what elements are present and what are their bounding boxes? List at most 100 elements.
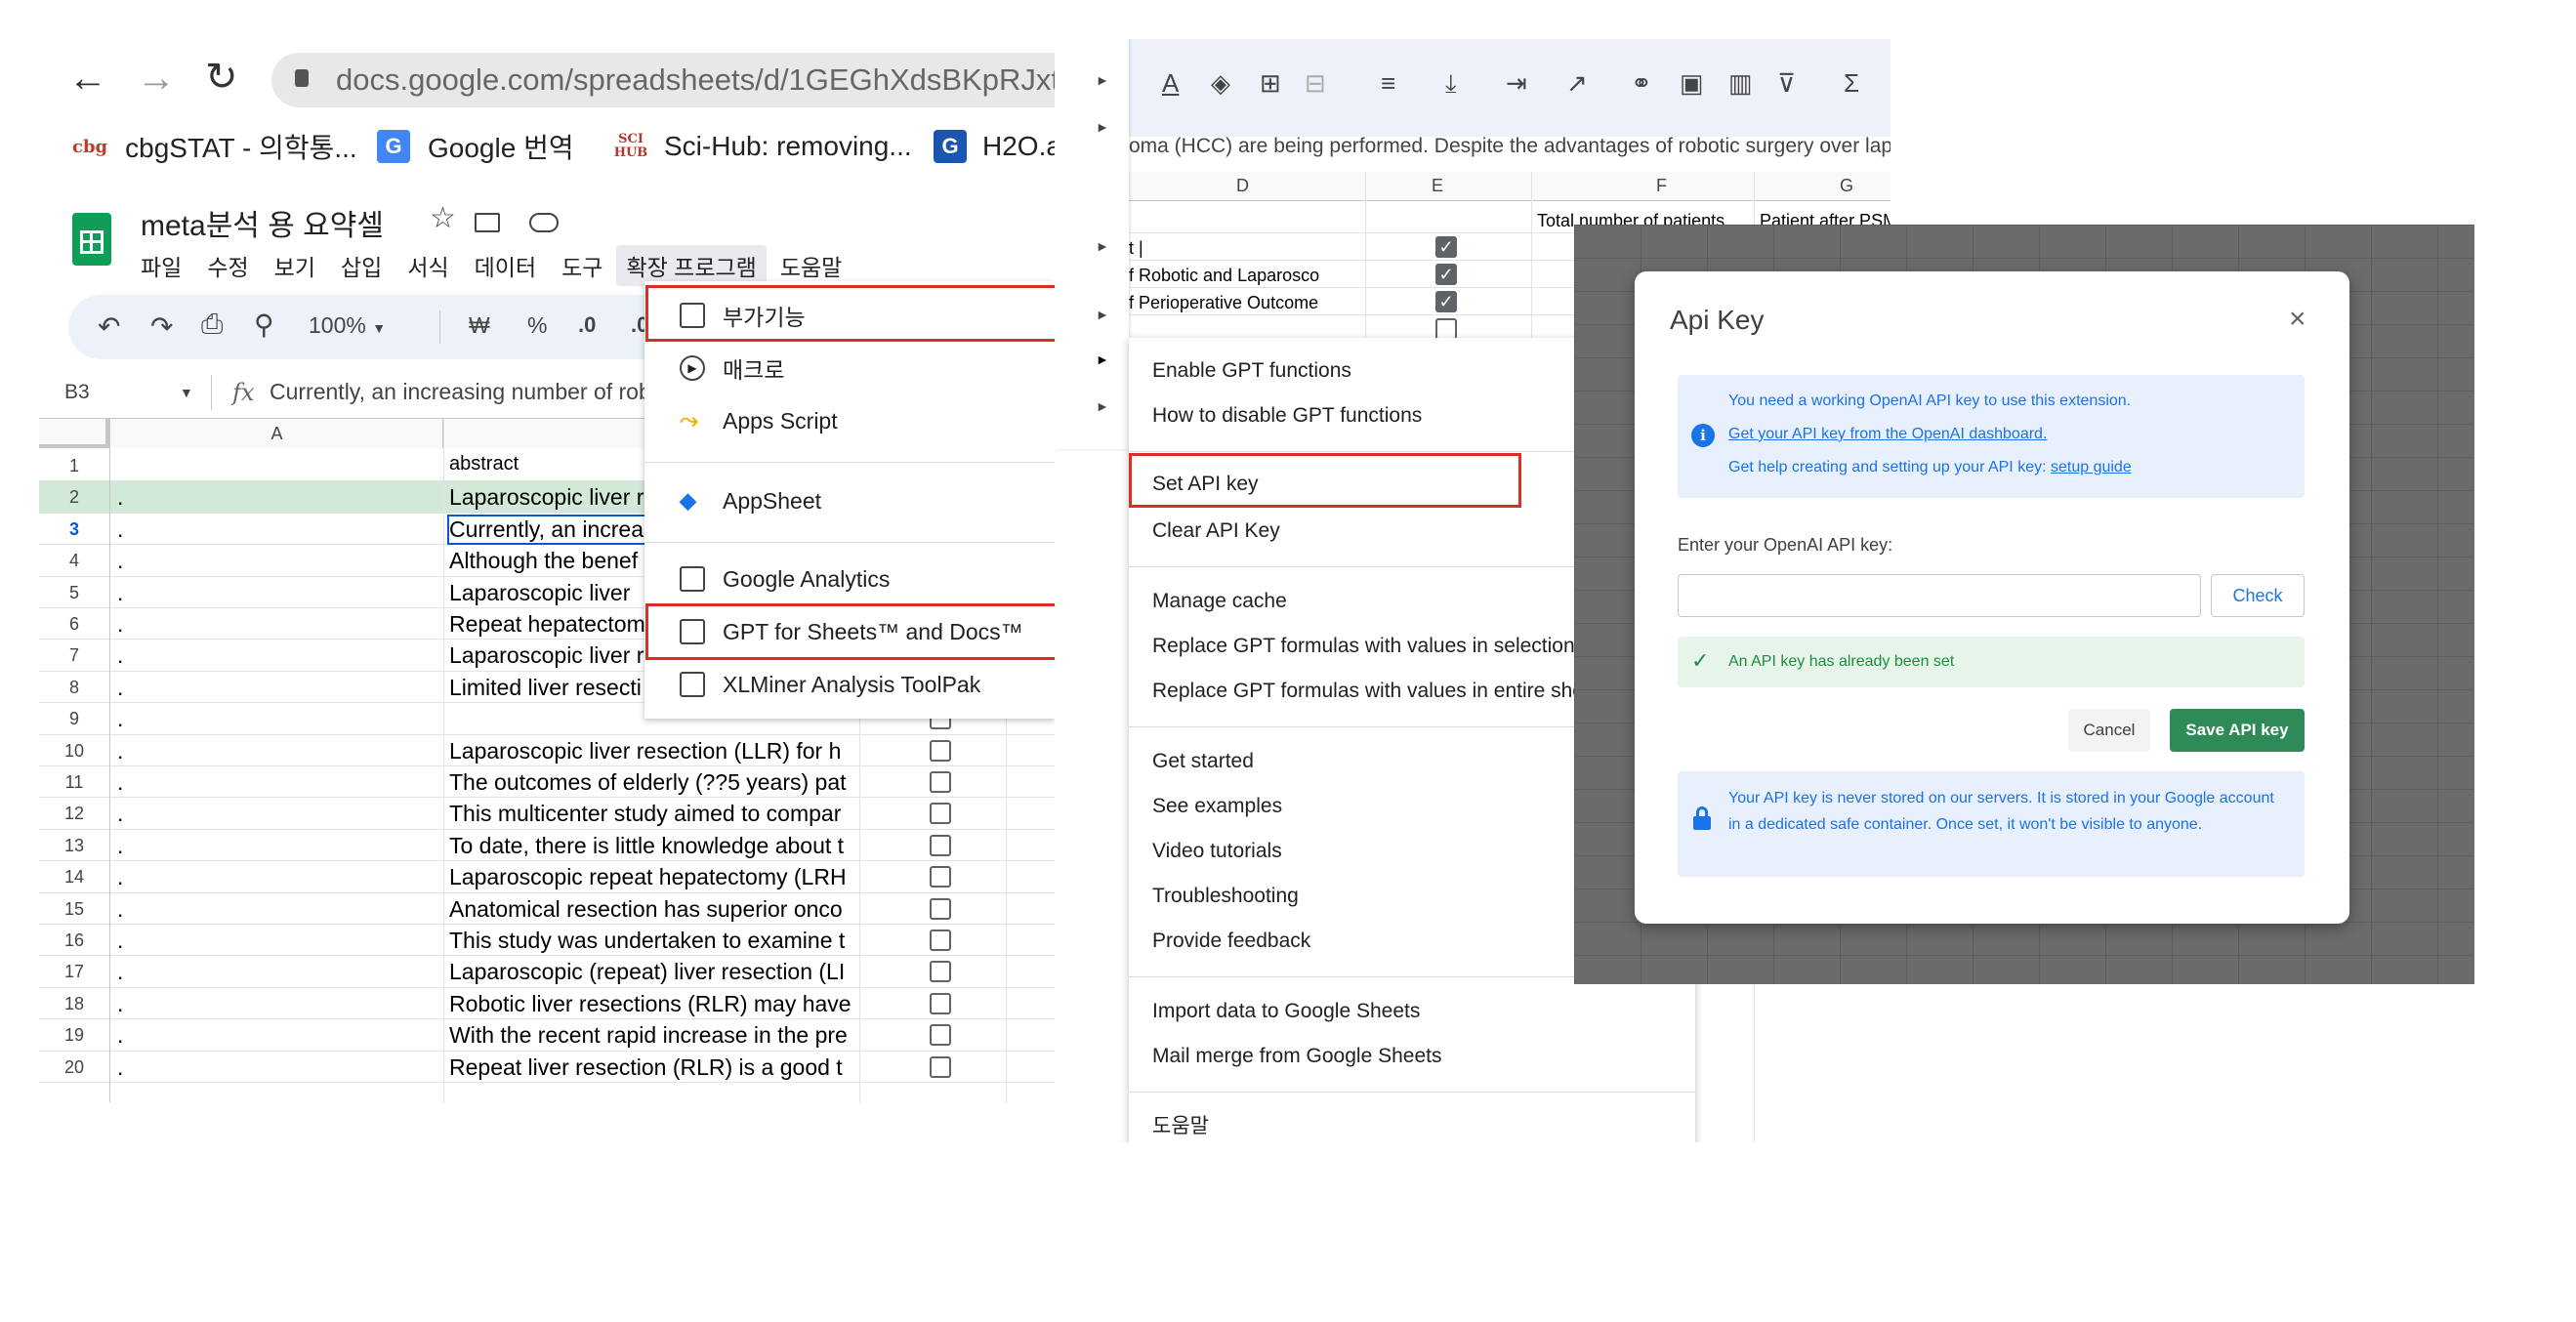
- row-number[interactable]: 16: [39, 930, 109, 951]
- bookmark-h2o[interactable]: G H2O.a: [934, 127, 1055, 166]
- cell-b[interactable]: Laparoscopic (repeat) liver resection (L…: [449, 959, 857, 985]
- menu-item-google-analytics[interactable]: Google Analytics: [644, 555, 1055, 603]
- star-icon[interactable]: ☆: [430, 201, 456, 235]
- menu-format[interactable]: 서식: [407, 249, 448, 282]
- forward-icon[interactable]: →: [137, 57, 176, 101]
- menu-item-mail-merge[interactable]: Mail merge from Google Sheets: [1129, 1037, 1695, 1076]
- menu-insert[interactable]: 삽입: [341, 249, 382, 282]
- cell-a[interactable]: .: [117, 1054, 439, 1081]
- checkbox-unchecked[interactable]: [1435, 318, 1457, 340]
- column-header-g[interactable]: G: [1840, 176, 1853, 196]
- checkbox-unchecked[interactable]: [930, 1055, 951, 1078]
- paint-format-icon[interactable]: ⚲: [254, 309, 274, 341]
- cell-b[interactable]: To date, there is little knowledge about…: [449, 833, 857, 859]
- row-number[interactable]: 20: [39, 1057, 109, 1078]
- checkbox-unchecked[interactable]: [930, 897, 951, 920]
- cell-b[interactable]: Laparoscopic liver resection (LLR) for h: [449, 738, 857, 764]
- formula-bar[interactable]: Currently, an increasing number of rob: [270, 379, 651, 405]
- zoom-select[interactable]: 100% ▼: [309, 312, 386, 339]
- menu-edit[interactable]: 수정: [207, 249, 248, 282]
- cell-b[interactable]: With the recent rapid increase in the pr…: [449, 1022, 857, 1049]
- cell-a[interactable]: .: [117, 706, 439, 732]
- checkbox-unchecked[interactable]: [930, 803, 951, 825]
- cell-a[interactable]: .: [117, 991, 439, 1017]
- row-number[interactable]: 14: [39, 867, 109, 888]
- cell-a[interactable]: .: [117, 642, 439, 669]
- column-header-e[interactable]: E: [1432, 176, 1443, 196]
- checkbox-checked[interactable]: ✓: [1435, 264, 1457, 285]
- cell-a[interactable]: .: [117, 484, 439, 511]
- menu-item-xlminer[interactable]: XLMiner Analysis ToolPak: [644, 660, 1055, 709]
- checkbox-unchecked[interactable]: [930, 992, 951, 1014]
- bookmark-scihub[interactable]: SCI HUB Sci-Hub: removing...: [613, 127, 912, 166]
- cell-a[interactable]: .: [117, 864, 439, 890]
- cell-a[interactable]: .: [117, 959, 439, 985]
- menu-file[interactable]: 파일: [141, 249, 182, 282]
- cell-d2[interactable]: t |: [1129, 238, 1143, 259]
- undo-icon[interactable]: ↶: [98, 310, 120, 343]
- cell-a[interactable]: .: [117, 516, 439, 543]
- cell-a[interactable]: .: [117, 738, 439, 764]
- column-header-f[interactable]: F: [1656, 176, 1667, 196]
- text-wrap-icon[interactable]: ⇥: [1506, 68, 1527, 99]
- save-api-key-button[interactable]: Save API key: [2170, 709, 2305, 752]
- checkbox-unchecked[interactable]: [930, 1024, 951, 1047]
- reload-icon[interactable]: ↻: [205, 55, 238, 100]
- menu-tools[interactable]: 도구: [561, 249, 602, 282]
- bookmark-google-translate[interactable]: G Google 번역: [377, 127, 574, 166]
- move-folder-icon[interactable]: [475, 213, 500, 232]
- setup-guide-link[interactable]: setup guide: [2051, 459, 2132, 475]
- row-number[interactable]: 4: [39, 551, 109, 571]
- menu-help[interactable]: 도움말: [780, 249, 842, 282]
- row-number[interactable]: 17: [39, 962, 109, 982]
- name-box[interactable]: B3 ▼: [39, 375, 195, 410]
- row-number[interactable]: 13: [39, 836, 109, 856]
- cell-b[interactable]: Anatomical resection has superior onco: [449, 896, 857, 923]
- cell-b[interactable]: This multicenter study aimed to compar: [449, 801, 857, 827]
- borders-icon[interactable]: ⊞: [1260, 68, 1281, 99]
- address-bar[interactable]: docs.google.com/spreadsheets/d/1GEGhXdsB…: [271, 53, 1055, 107]
- row-number[interactable]: 2: [39, 487, 109, 508]
- checkbox-checked[interactable]: ✓: [1435, 236, 1457, 258]
- row-number[interactable]: 19: [39, 1025, 109, 1046]
- column-header-d[interactable]: D: [1236, 176, 1249, 196]
- comment-icon[interactable]: ▣: [1680, 68, 1704, 99]
- vertical-align-icon[interactable]: ⤓: [1445, 68, 1457, 100]
- row-number[interactable]: 18: [39, 994, 109, 1014]
- sheets-logo-icon[interactable]: [72, 213, 111, 266]
- row-number[interactable]: 10: [39, 741, 109, 762]
- cell-a[interactable]: .: [117, 769, 439, 796]
- row-number[interactable]: 3: [39, 519, 109, 540]
- currency-format-button[interactable]: ₩: [469, 312, 490, 339]
- column-header-a[interactable]: A: [111, 419, 443, 448]
- checkbox-unchecked[interactable]: [930, 930, 951, 951]
- print-icon[interactable]: ⎙: [201, 309, 223, 341]
- menu-item-help[interactable]: 도움말: [1129, 1105, 1695, 1142]
- row-number[interactable]: 15: [39, 899, 109, 920]
- close-icon[interactable]: ×: [2289, 303, 2306, 336]
- row-number[interactable]: 9: [39, 709, 109, 729]
- functions-icon[interactable]: Σ: [1844, 68, 1859, 99]
- chart-icon[interactable]: ▥: [1728, 68, 1753, 99]
- check-button[interactable]: Check: [2211, 574, 2305, 617]
- cell-a[interactable]: .: [117, 928, 439, 954]
- menu-item-macros[interactable]: ▶ 매크로: [644, 344, 1055, 392]
- menu-item-import-data[interactable]: Import data to Google Sheets: [1129, 992, 1695, 1031]
- row-number[interactable]: 12: [39, 804, 109, 824]
- menu-item-appsheet[interactable]: ◆ AppSheet: [644, 476, 1055, 525]
- cell-d3[interactable]: f Robotic and Laparosco: [1129, 266, 1363, 286]
- redo-icon[interactable]: ↷: [150, 310, 173, 343]
- merge-cells-icon[interactable]: ⊟: [1305, 68, 1326, 99]
- filter-icon[interactable]: ⊽: [1777, 68, 1796, 99]
- row-number[interactable]: 5: [39, 583, 109, 603]
- menu-data[interactable]: 데이터: [475, 249, 536, 282]
- menu-extensions[interactable]: 확장 프로그램: [616, 245, 767, 286]
- fill-color-icon[interactable]: ◈: [1211, 68, 1230, 99]
- checkbox-unchecked[interactable]: [930, 961, 951, 983]
- row-number[interactable]: 6: [39, 614, 109, 635]
- api-key-input[interactable]: [1678, 574, 2201, 617]
- checkbox-unchecked[interactable]: [930, 866, 951, 888]
- cell-a[interactable]: .: [117, 611, 439, 638]
- checkbox-unchecked[interactable]: [930, 771, 951, 793]
- row-number[interactable]: 11: [39, 772, 109, 793]
